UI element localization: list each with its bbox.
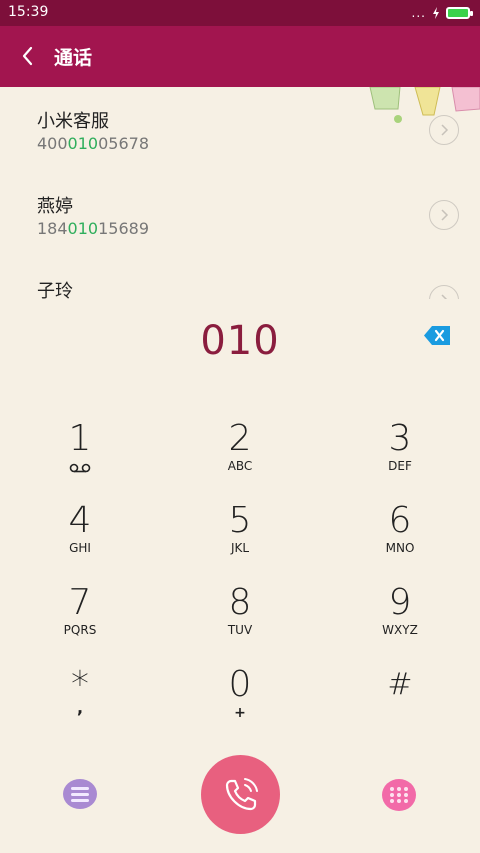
key-0[interactable]: 0 + [160, 666, 320, 748]
status-bar: 15:39 ... [0, 0, 480, 26]
key-6[interactable]: 6 MNO [320, 502, 480, 584]
list-item[interactable]: 燕婷 18401015689 [0, 172, 480, 257]
status-icons: ... [411, 6, 473, 20]
key-2[interactable]: 2 ABC [160, 420, 320, 502]
contact-number: 18401015689 [37, 219, 149, 238]
contact-results: 小米客服 40001005678 燕婷 18401015689 子玲 [0, 87, 480, 299]
backspace-icon[interactable] [424, 326, 450, 345]
bottom-action-bar [0, 755, 480, 835]
key-7[interactable]: 7 PQRS [0, 584, 160, 666]
menu-icon[interactable] [63, 779, 97, 809]
detail-chevron-icon[interactable] [429, 115, 459, 145]
contact-name: 小米客服 [37, 111, 109, 132]
dialed-number: 010 [200, 318, 280, 364]
list-item[interactable]: 子玲 [0, 257, 480, 299]
key-9[interactable]: 9 WXYZ [320, 584, 480, 666]
key-8[interactable]: 8 TUV [160, 584, 320, 666]
key-5[interactable]: 5 JKL [160, 502, 320, 584]
signal-dots-icon: ... [411, 6, 426, 20]
back-arrow-icon[interactable] [14, 42, 42, 70]
key-star[interactable]: * , [0, 666, 160, 748]
detail-chevron-icon[interactable] [429, 285, 459, 299]
key-4[interactable]: 4 GHI [0, 502, 160, 584]
page-title: 通话 [54, 47, 93, 69]
battery-icon [446, 7, 473, 19]
contact-name: 子玲 [37, 281, 73, 299]
voicemail-icon [69, 463, 91, 473]
call-button[interactable] [201, 755, 280, 834]
phone-icon [225, 778, 258, 811]
charging-icon [433, 7, 439, 19]
key-hash[interactable]: # [320, 666, 480, 748]
key-1[interactable]: 1 [0, 420, 160, 502]
status-time: 15:39 [8, 4, 49, 20]
list-item[interactable]: 小米客服 40001005678 [0, 87, 480, 172]
key-3[interactable]: 3 DEF [320, 420, 480, 502]
contact-name: 燕婷 [37, 196, 73, 217]
app-bar: 通话 [0, 26, 480, 87]
detail-chevron-icon[interactable] [429, 200, 459, 230]
keypad-icon[interactable] [382, 779, 416, 811]
contact-number: 40001005678 [37, 134, 149, 153]
